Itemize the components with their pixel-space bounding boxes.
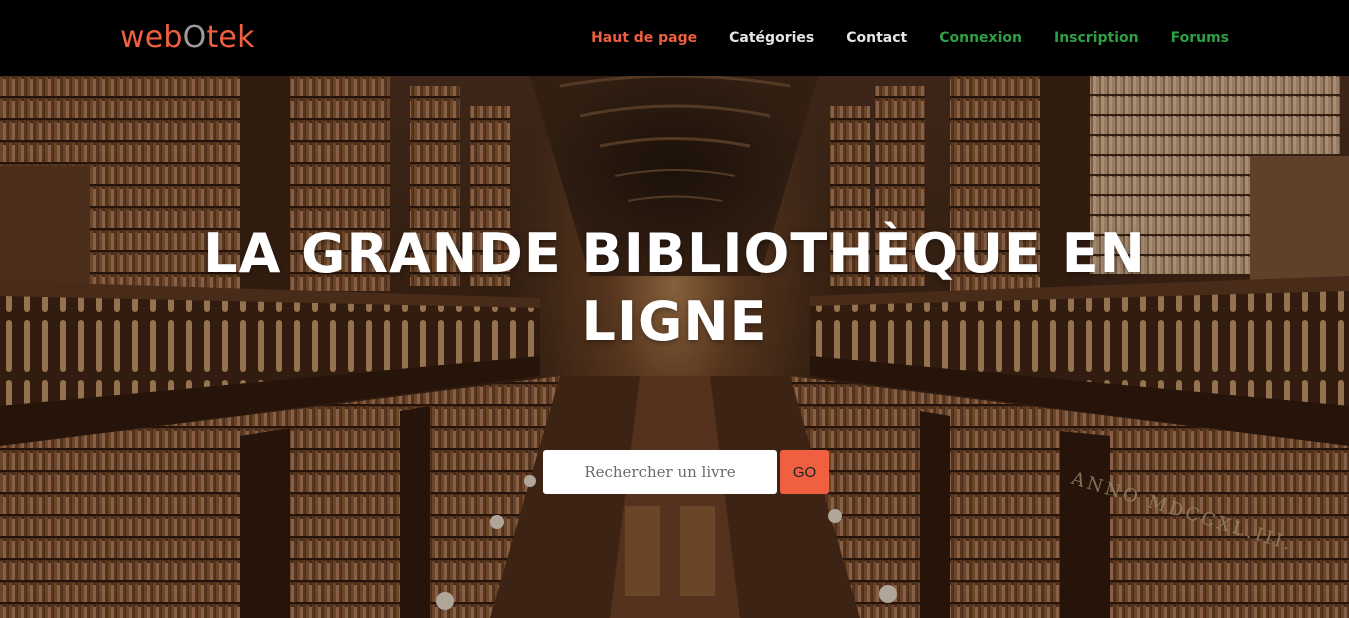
hero-title-line1: LA GRANDE BIBLIOTHÈQUE EN [203,222,1146,285]
brand-logo[interactable]: webOtek [120,18,255,58]
hero-section: ANNO MDCCXL.III. LA GRANDE BIBLIOTHÈQUE … [0,76,1349,618]
navbar: webOtek Haut de page Catégories Contact … [0,0,1349,76]
nav-item-top: Haut de page [591,28,697,48]
search-form: GO [543,450,829,494]
nav-link-contact[interactable]: Contact [846,30,907,46]
nav-item-categories: Catégories [729,28,814,48]
nav-item-contact: Contact [846,28,907,48]
main-nav: Haut de page Catégories Contact Connexio… [559,28,1229,48]
brand-suffix: tek [206,20,255,55]
hero-title: LA GRANDE BIBLIOTHÈQUE EN LIGNE [200,220,1149,356]
nav-link-categories[interactable]: Catégories [729,30,814,46]
nav-item-inscription: Inscription [1054,28,1139,48]
nav-item-forums: Forums [1171,28,1229,48]
go-button[interactable]: GO [780,450,829,494]
brand-prefix: web [120,20,183,55]
nav-link-connexion[interactable]: Connexion [939,30,1022,46]
nav-link-inscription[interactable]: Inscription [1054,30,1139,46]
brand-o: O [182,20,207,55]
search-input[interactable] [543,450,777,494]
hero-title-line2: LIGNE [581,290,768,353]
nav-item-connexion: Connexion [939,28,1022,48]
nav-link-forums[interactable]: Forums [1171,30,1229,46]
nav-link-haut-de-page[interactable]: Haut de page [591,30,697,46]
